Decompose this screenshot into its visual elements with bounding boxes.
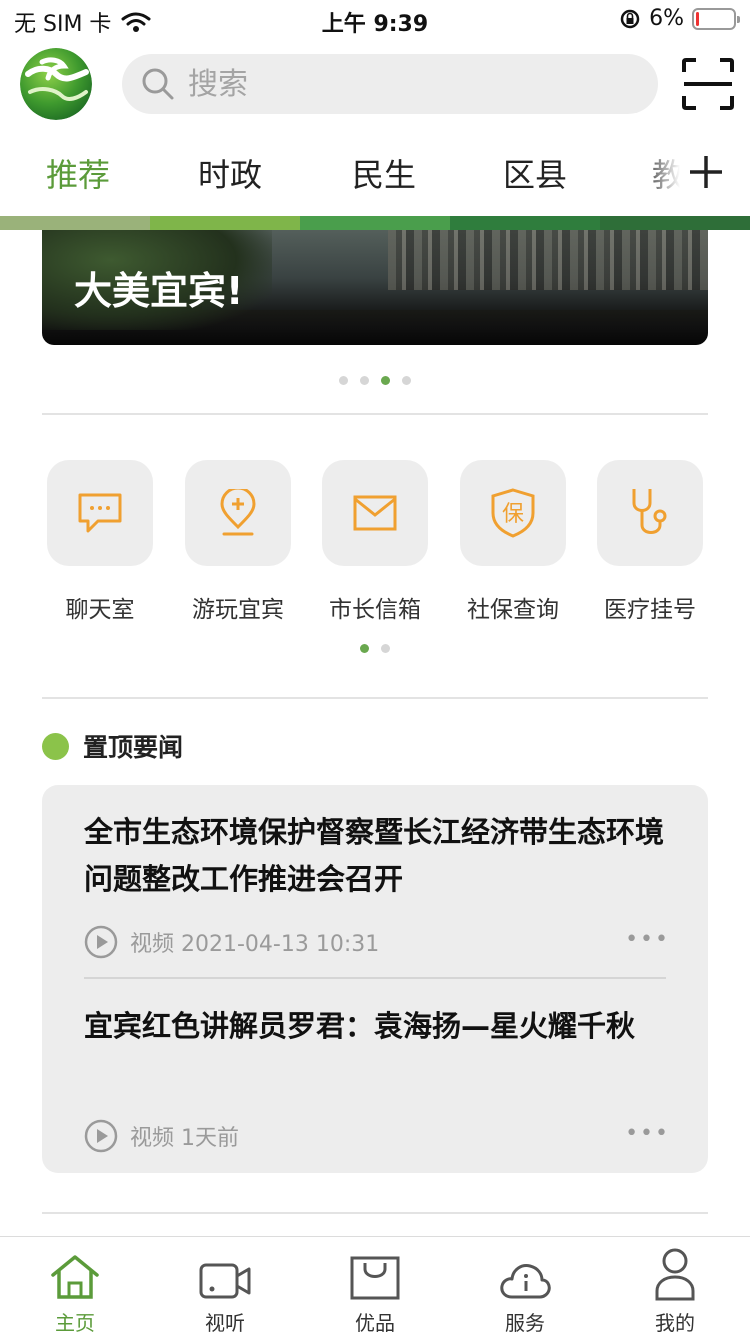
tabbar-shop[interactable]: 优品 [320, 1245, 430, 1334]
svg-text:保: 保 [502, 502, 524, 527]
services-dot[interactable] [381, 644, 390, 653]
more-options-icon[interactable]: ••• [625, 927, 670, 952]
section-title: 置顶要闻 [83, 733, 184, 762]
service-label: 社保查询 [467, 597, 559, 623]
banner-pager [339, 376, 411, 385]
tab-livelihood[interactable]: 民生 [352, 150, 416, 196]
service-medical-registration[interactable]: 医疗挂号 [597, 460, 703, 624]
banner-dot[interactable] [402, 376, 411, 385]
shopping-bag-icon [350, 1256, 400, 1300]
divider [42, 1212, 708, 1214]
service-mayor-mailbox[interactable]: 市长信箱 [322, 460, 428, 624]
quick-services: 聊天室 游玩宜宾 市长信箱 保 社保查询 医疗挂号 [47, 460, 707, 630]
services-dot-active[interactable] [360, 644, 369, 653]
mail-icon [353, 495, 397, 531]
news-title: 全市生态环境保护督察暨长江经济带生态环境问题整改工作推进会召开 [84, 815, 665, 896]
play-icon [84, 925, 118, 959]
search-input[interactable] [188, 64, 628, 104]
services-pager [360, 644, 390, 653]
video-camera-icon [199, 1263, 251, 1299]
news-item[interactable]: 全市生态环境保护督察暨长江经济带生态环境问题整改工作推进会召开 视频 2021-… [84, 809, 668, 979]
tabbar-label: 优品 [355, 1311, 395, 1334]
tab-districts[interactable]: 区县 [503, 150, 567, 196]
chat-icon [78, 493, 122, 533]
banner-image-town [388, 230, 708, 290]
header-color-stripe [0, 216, 750, 230]
play-icon [84, 1119, 118, 1153]
service-tile [185, 460, 291, 566]
section-bullet [42, 732, 69, 760]
banner-dot[interactable] [360, 376, 369, 385]
tabbar-home[interactable]: 主页 [20, 1245, 130, 1334]
battery-percent: 6% [649, 6, 684, 31]
stethoscope-icon [632, 489, 667, 534]
banner-carousel[interactable]: 大美宜宾! [42, 230, 708, 345]
service-label: 市长信箱 [329, 597, 421, 623]
news-meta: 视频 2021-04-13 10:31 [84, 925, 379, 959]
battery-icon [692, 7, 740, 30]
pinned-news-card: 全市生态环境保护督察暨长江经济带生态环境问题整改工作推进会召开 视频 2021-… [42, 785, 708, 1173]
tabbar-label: 视听 [205, 1311, 245, 1334]
service-tile [597, 460, 703, 566]
service-label: 聊天室 [65, 597, 135, 623]
more-options-icon[interactable]: ••• [625, 1121, 670, 1146]
tabbar-label: 服务 [505, 1311, 545, 1334]
tabbar-label: 我的 [655, 1311, 695, 1334]
status-bar: 无 SIM 卡 上午 9:39 6% [0, 0, 750, 42]
bottom-tab-bar: 主页 视听 优品 服务 我的 [0, 1236, 750, 1334]
social-security-icon: 保 [491, 488, 535, 538]
service-tile: 保 [460, 460, 566, 566]
location-icon [220, 489, 256, 536]
app-logo [20, 48, 92, 120]
news-meta-text: 视频 1天前 [130, 1126, 239, 1151]
category-tabs: 推荐 时政 民生 区县 教 [0, 140, 680, 204]
tabbar-services[interactable]: 服务 [470, 1245, 580, 1334]
tabbar-video[interactable]: 视听 [170, 1245, 280, 1334]
banner-caption: 大美宜宾! [74, 269, 244, 313]
tab-recommended[interactable]: 推荐 [46, 150, 110, 196]
news-meta: 视频 1天前 [84, 1119, 239, 1153]
tab-politics[interactable]: 时政 [198, 150, 262, 196]
home-icon [51, 1255, 99, 1299]
service-tile [47, 460, 153, 566]
news-title: 宜宾红色讲解员罗君：袁海扬—星火耀千秋 [84, 1009, 636, 1043]
user-icon [655, 1248, 695, 1301]
search-bar[interactable] [122, 54, 658, 114]
status-right: 6% [619, 6, 740, 31]
orientation-lock-icon [620, 9, 640, 28]
tabbar-profile[interactable]: 我的 [620, 1245, 730, 1334]
news-separator [84, 977, 666, 979]
add-channel-icon[interactable] [682, 148, 730, 196]
divider [42, 413, 708, 415]
news-item[interactable]: 宜宾红色讲解员罗君：袁海扬—星火耀千秋 视频 1天前 ••• [84, 1003, 668, 1173]
tabs-fade [640, 140, 680, 204]
news-meta-text: 视频 2021-04-13 10:31 [130, 932, 380, 957]
divider [42, 697, 708, 699]
service-tile [322, 460, 428, 566]
pinned-news-header: 置顶要闻 [42, 728, 183, 764]
tabbar-label: 主页 [55, 1311, 95, 1334]
search-icon [142, 68, 174, 100]
scan-icon[interactable] [682, 58, 734, 110]
cloud-info-icon [500, 1264, 551, 1299]
service-social-security[interactable]: 保 社保查询 [460, 460, 566, 624]
service-tour-yibin[interactable]: 游玩宜宾 [185, 460, 291, 624]
service-chat-room[interactable]: 聊天室 [47, 460, 153, 624]
service-label: 医疗挂号 [604, 597, 696, 623]
banner-dot-active[interactable] [381, 376, 390, 385]
banner-dot[interactable] [339, 376, 348, 385]
service-label: 游玩宜宾 [192, 597, 284, 623]
